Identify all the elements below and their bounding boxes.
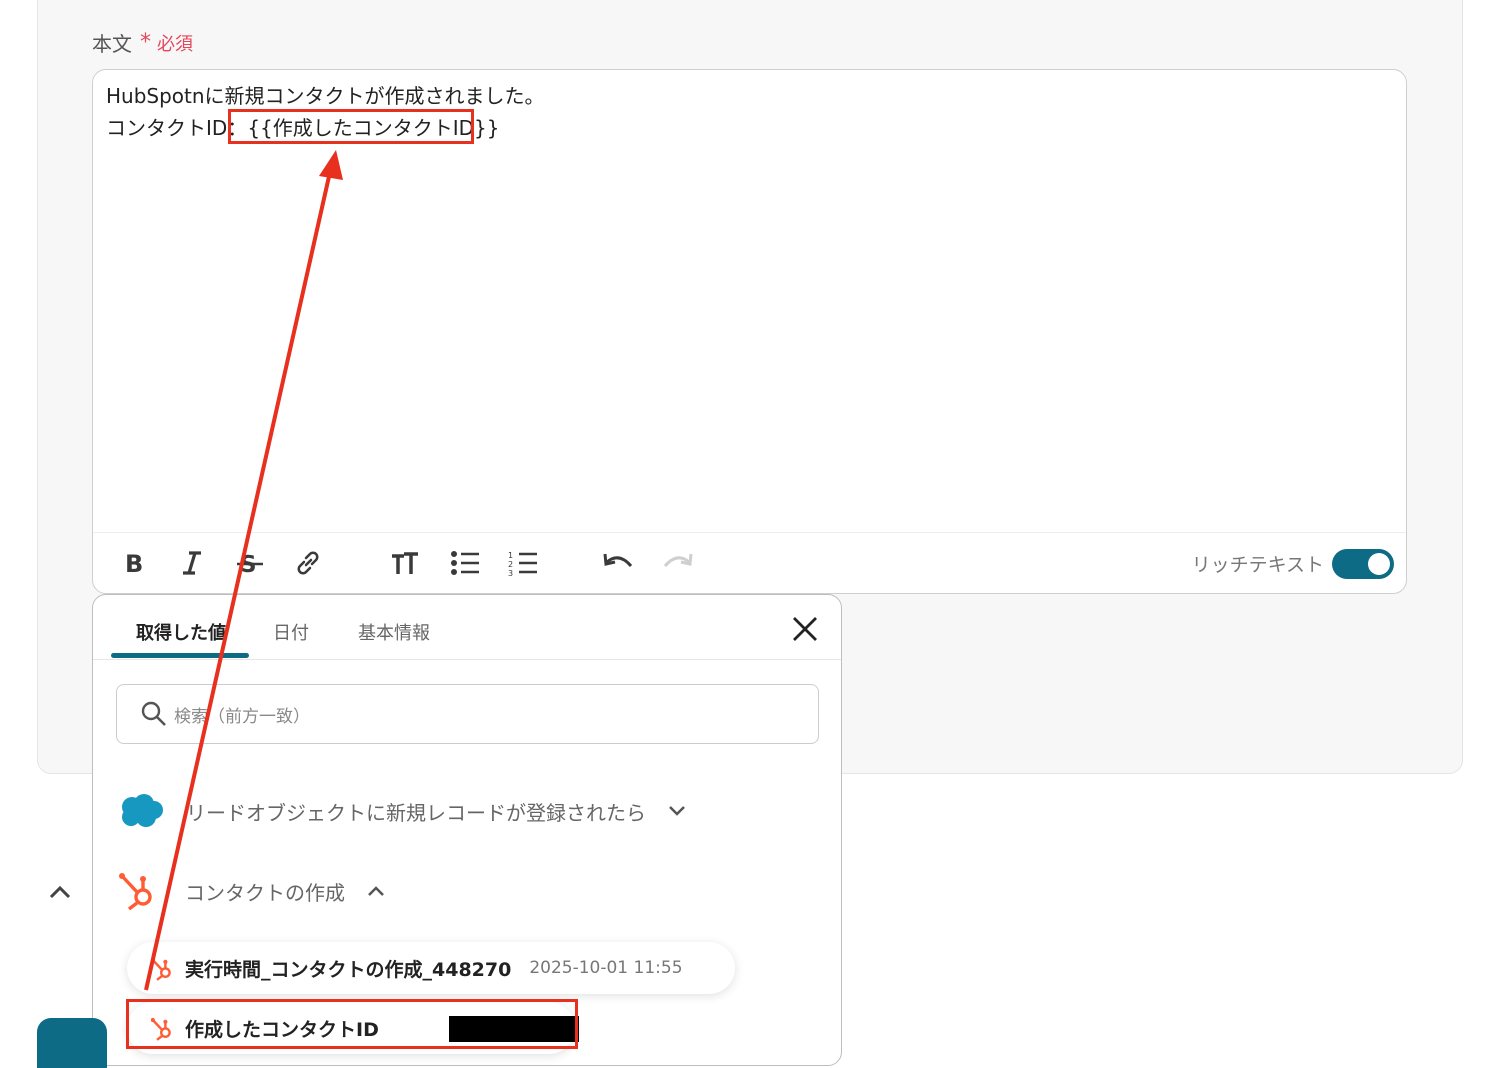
- annotation-arrow: [144, 150, 343, 991]
